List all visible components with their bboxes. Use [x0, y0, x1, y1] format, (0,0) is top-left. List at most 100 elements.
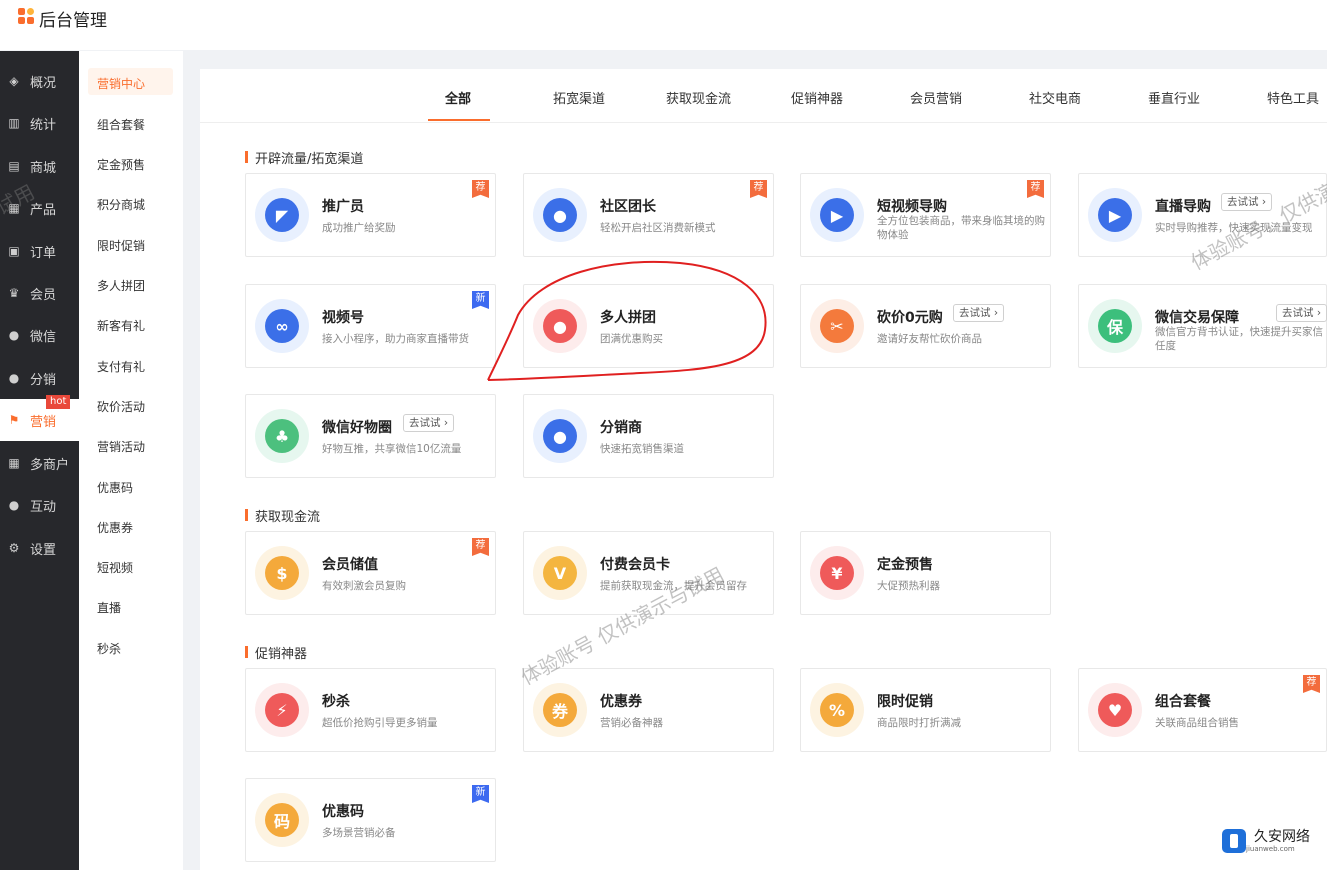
sidebar-item-label: 多商户 — [30, 457, 70, 473]
feature-card[interactable]: ◤ 推广员 成功推广给奖励 荐 — [245, 173, 496, 257]
submenu-item[interactable]: 优惠码 — [97, 479, 133, 496]
new-badge: 新 — [472, 785, 489, 803]
feature-icon: ✂ — [810, 299, 864, 353]
submenu-item[interactable]: 新客有礼 — [97, 317, 145, 334]
feature-name: 优惠券 — [600, 694, 642, 710]
app-logo-icon — [18, 8, 34, 24]
store-icon: ▦ — [8, 456, 20, 470]
feature-name: 视频号 — [322, 310, 364, 326]
feature-card[interactable]: ♥ 组合套餐 关联商品组合销售 荐 — [1078, 668, 1327, 752]
feature-desc: 超低价抢购引导更多销量 — [322, 717, 438, 729]
sidebar-item-7[interactable]: ● 分销 — [0, 357, 79, 399]
sidebar-item-label: 统计 — [30, 117, 57, 133]
layers-icon: ◈ — [9, 74, 19, 88]
flag-icon: ⚑ — [8, 413, 20, 427]
submenu-item[interactable]: 秒杀 — [97, 640, 121, 657]
sidebar-item-label: 分销 — [30, 372, 57, 388]
app-title: 后台管理 — [39, 11, 107, 31]
tab-2[interactable]: 获取现金流 — [666, 88, 731, 107]
user-icon: ● — [8, 371, 20, 385]
submenu-item[interactable]: 优惠券 — [97, 519, 133, 536]
feature-card[interactable]: V 付费会员卡 提前获取现金流，提升会员留存 — [523, 531, 774, 615]
feature-card[interactable]: 保微信交易保障 微信官方背书认证，快速提升买家信任度 去试试 › — [1078, 284, 1327, 368]
feature-name: 限时促销 — [877, 694, 933, 710]
sidebar-item-0[interactable]: ◈ 概况 — [0, 60, 79, 102]
hot-badge: hot — [46, 395, 71, 409]
try-button[interactable]: 去试试 › — [1221, 193, 1273, 211]
shop-icon: ▤ — [8, 159, 20, 173]
feature-card[interactable]: ♣ 微信好物圈 好物互推，共享微信10亿流量 去试试 › — [245, 394, 496, 478]
tab-5[interactable]: 社交电商 — [1029, 88, 1081, 107]
section-title: 促销神器 — [245, 643, 307, 662]
sidebar-item-1[interactable]: ▥ 统计 — [0, 102, 79, 144]
tab-1[interactable]: 拓宽渠道 — [553, 88, 605, 107]
feature-name: 砍价0元购 — [877, 310, 943, 326]
tab-6[interactable]: 垂直行业 — [1148, 88, 1200, 107]
sidebar-item-label: 会员 — [30, 287, 57, 303]
feature-card[interactable]: 券优惠券 营销必备神器 — [523, 668, 774, 752]
feature-card[interactable]: ● 社区团长 轻松开启社区消费新模式 荐 — [523, 173, 774, 257]
try-button[interactable]: 去试试 › — [953, 304, 1005, 322]
sidebar-item-label: 营销 — [30, 414, 57, 430]
feature-icon: V — [533, 546, 587, 600]
submenu-item[interactable]: 多人拼团 — [97, 277, 145, 294]
feature-desc: 实时导购推荐，快速实现流量变现 — [1155, 222, 1313, 234]
chevron-right-icon: › — [1313, 307, 1322, 319]
sidebar-item-6[interactable]: ● 微信 — [0, 314, 79, 356]
feature-name: 社区团长 — [600, 199, 656, 215]
sidebar-item-10[interactable]: ● 互动 — [0, 484, 79, 526]
try-button[interactable]: 去试试 › — [1276, 304, 1327, 322]
feature-card[interactable]: ● 分销商 快速拓宽销售渠道 — [523, 394, 774, 478]
feature-card[interactable]: 码优惠码 多场景营销必备 新 — [245, 778, 496, 862]
sidebar-item-3[interactable]: ▦ 产品 — [0, 187, 79, 229]
feature-card[interactable]: ▶ 短视频导购 全方位包装商品，带来身临其境的购物体验 荐 — [800, 173, 1051, 257]
try-button-label: 去试试 — [959, 307, 991, 319]
feature-card[interactable]: ✂ 砍价0元购邀请好友帮忙砍价商品 去试试 › — [800, 284, 1051, 368]
feature-name: 微信好物圈 — [322, 420, 392, 436]
submenu-item[interactable]: 组合套餐 — [97, 116, 145, 133]
feature-card[interactable]: % 限时促销 商品限时打折满减 — [800, 668, 1051, 752]
chevron-right-icon: › — [990, 307, 999, 319]
sidebar-item-8[interactable]: ⚑ 营销 hot — [0, 395, 79, 441]
tab-0[interactable]: 全部 — [445, 88, 471, 107]
sidebar-item-9[interactable]: ▦ 多商户 — [0, 442, 79, 484]
feature-desc: 多场景营销必备 — [322, 827, 396, 839]
feature-desc: 邀请好友帮忙砍价商品 — [877, 333, 982, 345]
chevron-right-icon: › — [1258, 196, 1267, 208]
sidebar-item-2[interactable]: ▤ 商城 — [0, 145, 79, 187]
submenu-item[interactable]: 积分商城 — [97, 196, 145, 213]
feature-icon: $ — [255, 546, 309, 600]
submenu-item[interactable]: 营销活动 — [97, 438, 145, 455]
feature-card[interactable]: ∞ 视频号 接入小程序，助力商家直播带货新 — [245, 284, 496, 368]
submenu-item[interactable]: 限时促销 — [97, 237, 145, 254]
submenu-item[interactable]: 支付有礼 — [97, 358, 145, 375]
submenu-item[interactable]: 直播 — [97, 599, 121, 616]
feature-icon: ● — [533, 409, 587, 463]
red-circle-annotation — [487, 260, 767, 381]
feature-card[interactable]: ⚡ 秒杀 超低价抢购引导更多销量 — [245, 668, 496, 752]
tab-4[interactable]: 会员营销 — [910, 88, 962, 107]
try-button-label: 去试试 — [1282, 307, 1314, 319]
feature-card[interactable]: ¥ 定金预售 大促预热利器 — [800, 531, 1051, 615]
sidebar-item-4[interactable]: ▣ 订单 — [0, 230, 79, 272]
try-button[interactable]: 去试试 › — [403, 414, 455, 432]
feature-icon: 保 — [1088, 299, 1142, 353]
try-button-label: 去试试 — [409, 417, 441, 429]
tab-7[interactable]: 特色工具 — [1267, 88, 1319, 107]
feature-name: 短视频导购 — [877, 199, 947, 215]
submenu-item[interactable]: 营销中心 — [97, 75, 145, 92]
sidebar-item-11[interactable]: ⚙ 设置 — [0, 527, 79, 569]
sidebar-item-5[interactable]: ♛ 会员 — [0, 272, 79, 314]
submenu-item[interactable]: 砍价活动 — [97, 398, 145, 415]
feature-card[interactable]: ▶ 直播导购 实时导购推荐，快速实现流量变现 去试试 › — [1078, 173, 1327, 257]
sidebar-item-label: 概况 — [30, 75, 57, 91]
marketing-submenu — [79, 51, 183, 870]
tab-3[interactable]: 促销神器 — [791, 88, 843, 107]
feature-card[interactable]: $ 会员储值 有效刺激会员复购 荐 — [245, 531, 496, 615]
submenu-item[interactable]: 定金预售 — [97, 156, 145, 173]
feature-icon: ♥ — [1088, 683, 1142, 737]
submenu-item[interactable]: 短视频 — [97, 559, 133, 576]
feature-desc: 大促预热利器 — [877, 580, 940, 592]
section-title: 获取现金流 — [245, 506, 320, 525]
feature-desc: 快速拓宽销售渠道 — [600, 443, 684, 455]
